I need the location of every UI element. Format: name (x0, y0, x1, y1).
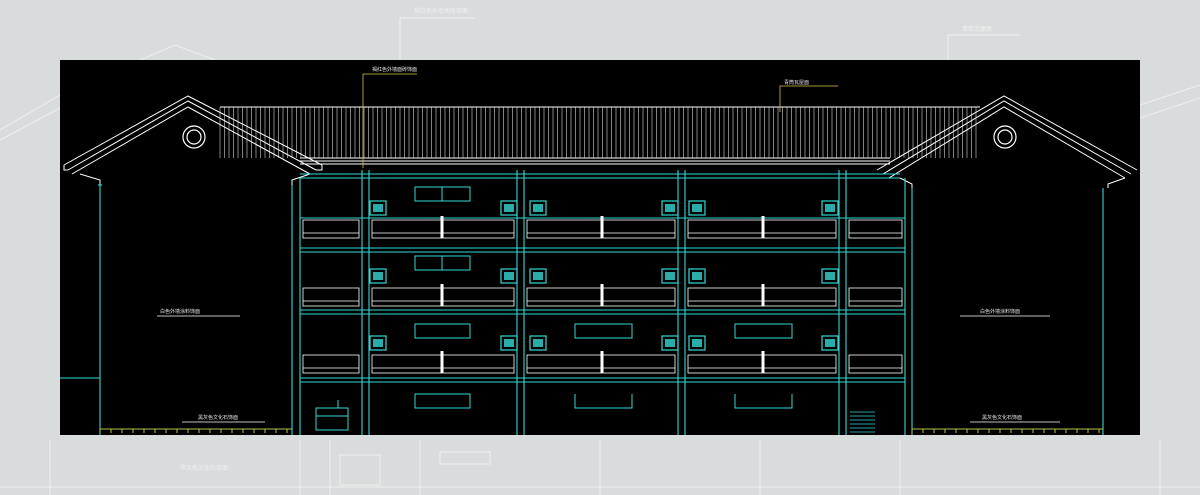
railing-ornament-icon (821, 200, 839, 216)
building-structure (60, 170, 1104, 435)
railing-ornament-icon (661, 268, 679, 284)
roof-tiles (219, 107, 977, 158)
left-gable-vent-icon (182, 125, 206, 149)
railing-ornament-icon (661, 200, 679, 216)
bg-label-top-center: 褐红色外墙面砖饰面 (414, 7, 468, 15)
label-right-wall: 白色外墙涂料饰面 (980, 308, 1020, 315)
right-gable-vent-icon (993, 125, 1017, 149)
railing-ornament-icon (500, 335, 518, 351)
stair-hatch (850, 411, 875, 433)
right-gable (876, 95, 1138, 188)
label-left-base: 黑灰色文化石饰面 (198, 414, 238, 421)
balcony-railings (302, 200, 903, 374)
railing-ornament-icon (529, 335, 547, 351)
railing-ornament-icon (688, 335, 706, 351)
window-panels (315, 186, 793, 431)
railing-row (302, 268, 903, 307)
railing-ornament-icon (688, 200, 706, 216)
railing-ornament-icon (529, 268, 547, 284)
railing-row (302, 335, 903, 374)
elevation-drawing: 褐红色外墙面砖饰面 青筒瓦屋面 白色外墙涂料饰面 白色外墙涂料饰面 黑灰色文化石… (60, 66, 1138, 435)
railing-ornament-icon (688, 268, 706, 284)
railing-row (302, 200, 903, 239)
ground-hatch (99, 428, 1103, 433)
cad-elevation-canvas: 褐红色外墙面砖饰面 青筒瓦屋面 白色外墙涂料饰面 白色外墙涂料饰面 黑灰色文化石… (60, 60, 1140, 435)
railing-ornament-icon (369, 268, 387, 284)
railing-ornament-icon (661, 335, 679, 351)
label-top-right: 青筒瓦屋面 (784, 79, 809, 86)
railing-ornament-icon (500, 268, 518, 284)
railing-ornament-icon (369, 335, 387, 351)
bg-label-top-right: 青筒瓦屋面 (962, 25, 992, 33)
label-left-wall: 白色外墙涂料饰面 (160, 308, 200, 315)
railing-ornament-icon (529, 200, 547, 216)
bg-label-bottom-left: 黑灰色文化石饰面 (180, 464, 228, 472)
railing-ornament-icon (821, 268, 839, 284)
label-top-center: 褐红色外墙面砖饰面 (372, 66, 417, 73)
main-roof (220, 106, 980, 165)
railing-ornament-icon (369, 200, 387, 216)
railing-ornament-icon (821, 335, 839, 351)
railing-ornament-icon (500, 200, 518, 216)
label-right-base: 黑灰色文化石饰面 (982, 414, 1022, 421)
